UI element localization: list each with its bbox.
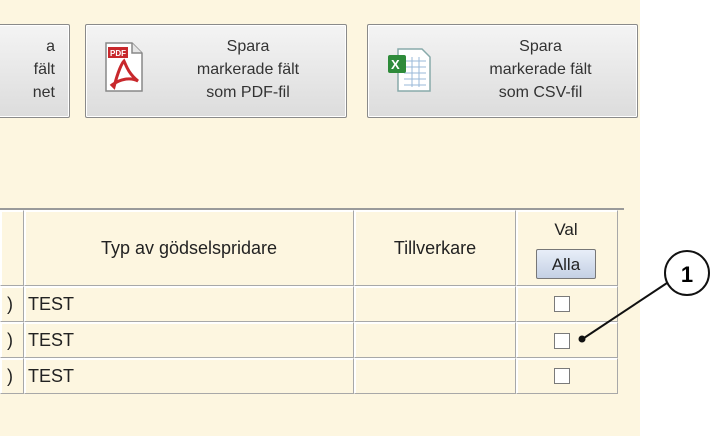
callout-number-badge: 1: [664, 250, 710, 296]
callout-leader-line: [578, 282, 668, 343]
